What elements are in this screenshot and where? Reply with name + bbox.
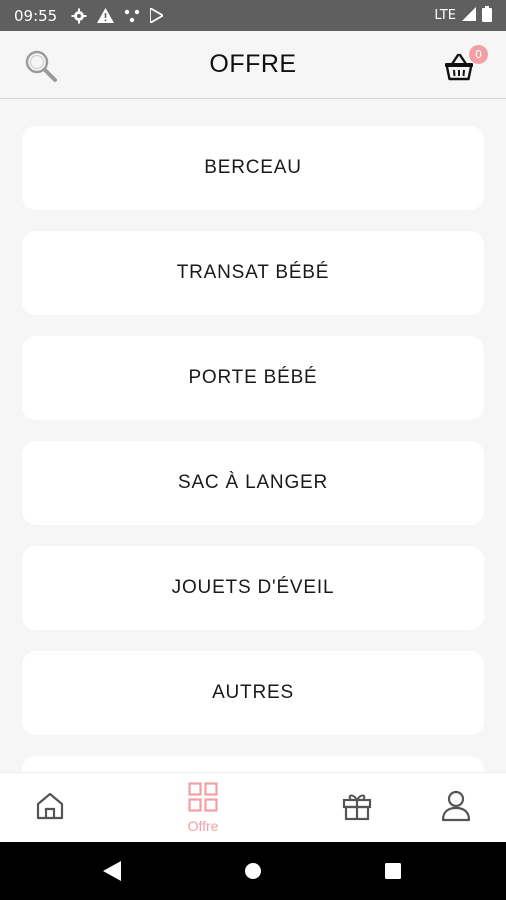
category-label: PORTE BÉBÉ bbox=[188, 367, 318, 388]
cart-count-badge: 0 bbox=[469, 45, 488, 64]
category-item-partial[interactable] bbox=[22, 756, 484, 772]
cart-button[interactable]: 0 bbox=[444, 45, 488, 85]
share-icon bbox=[124, 9, 140, 23]
nav-profile[interactable] bbox=[416, 773, 496, 843]
system-navigation-bar bbox=[0, 842, 506, 900]
category-label: TRANSAT BÉBÉ bbox=[176, 262, 330, 283]
category-label: JOUETS D'ÉVEIL bbox=[171, 577, 335, 598]
top-app-bar: OFFRE 0 bbox=[0, 31, 506, 99]
warning-icon bbox=[97, 8, 115, 23]
bottom-navigation: Offre bbox=[0, 772, 506, 842]
recents-icon[interactable] bbox=[363, 842, 423, 900]
category-item-jouets-d-eveil[interactable]: JOUETS D'ÉVEIL bbox=[22, 546, 484, 630]
status-bar: 09:55 LTE bbox=[0, 0, 506, 31]
page-title: OFFRE bbox=[209, 50, 297, 78]
back-icon[interactable] bbox=[82, 842, 142, 900]
category-item-sac-a-langer[interactable]: SAC À LANGER bbox=[22, 441, 484, 525]
gift-icon bbox=[342, 791, 372, 825]
network-label: LTE bbox=[434, 8, 456, 23]
category-item-berceau[interactable]: BERCEAU bbox=[22, 126, 484, 210]
category-item-porte-bebe[interactable]: PORTE BÉBÉ bbox=[22, 336, 484, 420]
home-icon bbox=[35, 791, 65, 825]
signal-icon bbox=[462, 6, 476, 25]
category-item-transat-bebe[interactable]: TRANSAT BÉBÉ bbox=[22, 231, 484, 315]
category-list: BERCEAU TRANSAT BÉBÉ PORTE BÉBÉ SAC À LA… bbox=[0, 100, 506, 772]
status-time: 09:55 bbox=[14, 6, 58, 25]
search-icon[interactable] bbox=[22, 47, 60, 85]
category-label: BERCEAU bbox=[204, 157, 302, 178]
category-item-autres[interactable]: AUTRES bbox=[22, 651, 484, 735]
play-store-icon bbox=[150, 8, 164, 23]
category-label: SAC À LANGER bbox=[177, 472, 329, 493]
nav-gifts[interactable] bbox=[317, 773, 397, 843]
category-label: AUTRES bbox=[212, 682, 294, 703]
nav-offre[interactable]: Offre bbox=[163, 773, 243, 843]
nav-offre-label: Offre bbox=[187, 818, 219, 834]
battery-icon bbox=[482, 5, 492, 26]
home-circle-icon[interactable] bbox=[223, 842, 283, 900]
gear-icon bbox=[71, 8, 87, 24]
grid-icon bbox=[188, 782, 218, 816]
nav-home[interactable] bbox=[10, 773, 90, 843]
user-icon bbox=[441, 790, 471, 826]
